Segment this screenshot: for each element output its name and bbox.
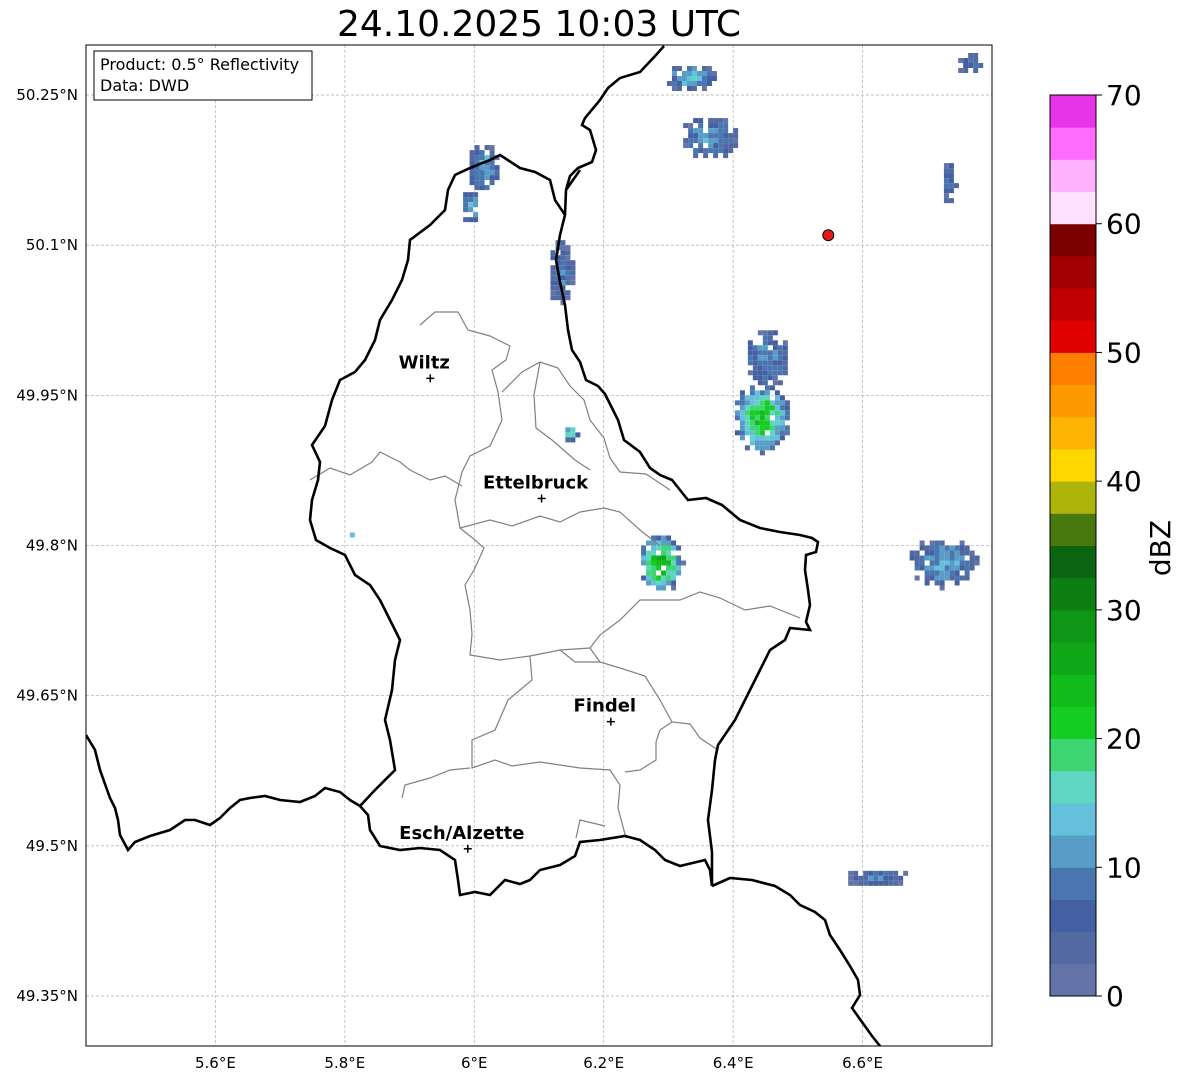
colorbar-cell [1050, 577, 1096, 611]
colorbar-cell [1050, 642, 1096, 675]
colorbar-cell [1050, 835, 1096, 868]
colorbar-tick-label: 50 [1106, 336, 1142, 369]
colorbar-cell [1050, 867, 1096, 900]
colorbar-cell [1050, 963, 1096, 997]
colorbar-tick-label: 0 [1106, 980, 1124, 1013]
colorbar-cell [1050, 352, 1096, 386]
colorbar-cell [1050, 545, 1096, 579]
colorbar-cell [1050, 738, 1096, 772]
colorbar-cell [1050, 159, 1096, 193]
colorbar-cell [1050, 384, 1096, 418]
colorbar-cell [1050, 416, 1096, 450]
colorbar-cell [1050, 609, 1096, 643]
colorbar-tick-label: 70 [1106, 79, 1142, 112]
colorbar-cell [1050, 513, 1096, 546]
colorbar-tick-label: 40 [1106, 465, 1142, 498]
colorbar-cell [1050, 223, 1096, 257]
colorbar-cell [1050, 191, 1096, 225]
colorbar-cell [1050, 320, 1096, 353]
colorbar-cell [1050, 481, 1096, 514]
colorbar-cell [1050, 674, 1096, 707]
colorbar-cell [1050, 255, 1096, 289]
colorbar-tick-label: 10 [1106, 851, 1142, 884]
colorbar-tick-label: 30 [1106, 594, 1142, 627]
colorbar-cell [1050, 288, 1096, 321]
colorbar-cell [1050, 95, 1096, 128]
colorbar-cell [1050, 448, 1096, 482]
colorbar-cell [1050, 802, 1096, 836]
colorbar-cell [1050, 931, 1096, 965]
colorbar-label: dBZ [1144, 520, 1177, 576]
colorbar-cell [1050, 127, 1096, 160]
colorbar-cell [1050, 706, 1096, 740]
colorbar-cell [1050, 770, 1096, 804]
colorbar-tick-label: 20 [1106, 723, 1142, 756]
colorbar-tick-label: 60 [1106, 208, 1142, 241]
colorbar: 0 10 20 30 40 50 60 70 dBZ [1049, 79, 1177, 1013]
colorbar-cell [1050, 899, 1096, 933]
